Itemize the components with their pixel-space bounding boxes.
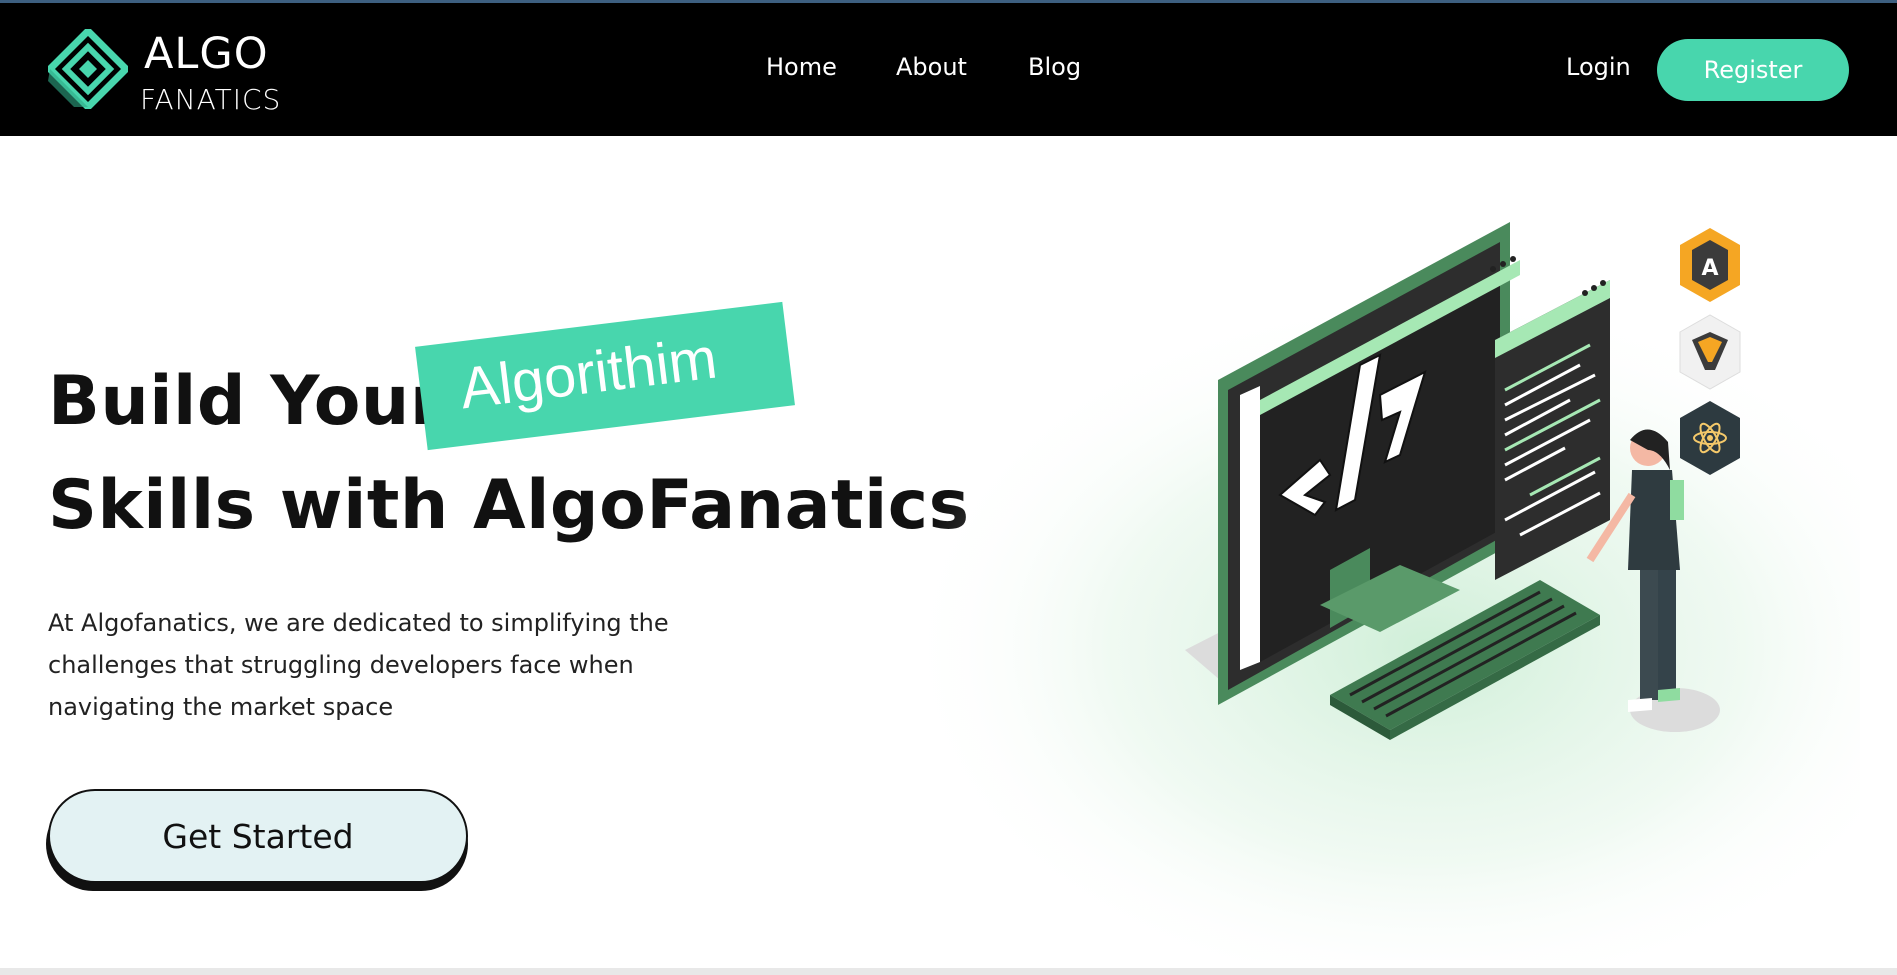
nav-blog-link[interactable]: Blog [1028, 53, 1081, 81]
highlight-badge: Algorithim [412, 276, 798, 476]
angular-icon: A [1680, 228, 1740, 302]
svg-text:A: A [1701, 256, 1718, 281]
hero-title-line1: Build Your [48, 362, 444, 441]
get-started-button[interactable]: Get Started [48, 789, 468, 883]
navbar: ALGO FANATICS Home About Blog Login Regi… [0, 3, 1897, 136]
login-link[interactable]: Login [1566, 53, 1631, 81]
next-section-edge [0, 968, 1897, 975]
developer-illustration: A [900, 222, 1860, 960]
logo-text-fanatics: FANATICS [140, 83, 282, 116]
register-button[interactable]: Register [1657, 39, 1849, 101]
logo-text-algo: ALGO [144, 29, 269, 79]
diamond-logo-icon [48, 29, 128, 109]
nav-home-link[interactable]: Home [766, 53, 837, 81]
hero-description: At Algofanatics, we are dedicated to sim… [48, 609, 669, 721]
nav-about-link[interactable]: About [896, 53, 967, 81]
brand-logo[interactable]: ALGO FANATICS [48, 29, 288, 116]
hero-title-line2: Skills with AlgoFanatics [48, 466, 970, 545]
